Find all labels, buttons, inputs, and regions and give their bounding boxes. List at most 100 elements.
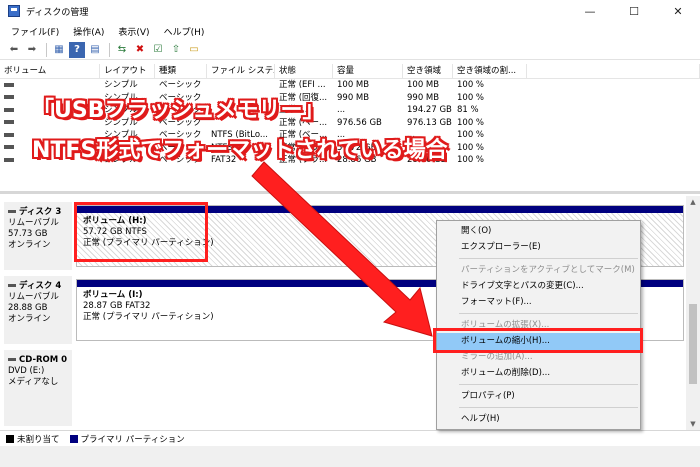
scroll-up-arrow-icon[interactable]: ▲ xyxy=(686,196,700,208)
column-header-layout[interactable]: レイアウト xyxy=(100,64,155,78)
window-title: ディスクの管理 xyxy=(26,7,89,18)
table-cell xyxy=(527,129,700,142)
disk-name: ディスク 4 xyxy=(8,281,68,292)
table-cell: 100 MB xyxy=(407,80,440,90)
table-cell: 100 % xyxy=(457,92,485,103)
close-button[interactable]: ✕ xyxy=(656,0,700,22)
menu-help[interactable]: ヘルプ(H) xyxy=(157,25,212,38)
menu-action[interactable]: 操作(A) xyxy=(66,25,111,38)
column-header-status[interactable]: 状態 xyxy=(275,64,333,78)
legend: 未割り当て プライマリ パーティション xyxy=(0,430,700,446)
menu-separator xyxy=(459,384,638,385)
properties-icon[interactable]: ▤ xyxy=(87,42,103,58)
window-controls: — ☐ ✕ xyxy=(568,0,700,22)
menu-item-mark-active: パーティションをアクティブとしてマーク(M) xyxy=(461,265,635,275)
volume-list: ボリューム レイアウト 種類 ファイル システム 状態 容量 空き領域 空き領域… xyxy=(0,64,700,194)
table-cell xyxy=(527,142,700,155)
disk-label[interactable]: CD-ROM 0 DVD (E:) メディアなし xyxy=(4,350,72,426)
menu-item-help[interactable]: ヘルプ(H) xyxy=(437,411,640,428)
disk-label[interactable]: ディスク 3 リムーバブル 57.73 GB オンライン xyxy=(4,202,72,270)
disk-name: ディスク 3 xyxy=(8,207,68,218)
disk-size: 57.73 GB xyxy=(8,229,48,239)
table-cell: 976.13 GB xyxy=(407,117,452,128)
disk-type: DVD (E:) xyxy=(8,366,45,376)
table-row[interactable]: シンプル ベーシック 正常 (EFI ... 100 MB 100 MB 100 % xyxy=(0,79,700,92)
column-header-type[interactable]: 種類 xyxy=(155,64,207,78)
disk-status: メディアなし xyxy=(8,377,59,387)
menu-item-format[interactable]: フォーマット(F)... xyxy=(437,294,640,311)
menu-view[interactable]: 表示(V) xyxy=(111,25,156,38)
back-arrow-icon[interactable]: ⬅ xyxy=(6,42,22,58)
table-cell: 100 MB xyxy=(337,80,370,90)
table-cell: 100 % xyxy=(457,130,485,140)
connect-icon[interactable]: ⇆ xyxy=(114,42,130,58)
drive-icon xyxy=(4,82,14,87)
delete-icon[interactable]: ✖ xyxy=(132,42,148,58)
legend-label: プライマリ パーティション xyxy=(80,434,185,445)
folder-icon[interactable]: ▭ xyxy=(186,42,202,58)
maximize-button[interactable]: ☐ xyxy=(612,0,656,22)
table-cell xyxy=(527,104,700,117)
table-cell: ベーシック xyxy=(159,80,202,90)
table-cell: 100 % xyxy=(457,142,485,153)
check-icon[interactable]: ☑ xyxy=(150,42,166,58)
table-cell xyxy=(207,79,275,92)
table-cell: 81 % xyxy=(457,105,479,115)
menu-separator xyxy=(459,313,638,314)
table-cell xyxy=(527,154,700,167)
annotation-line-2: NTFS形式でフォーマットされている場合 xyxy=(32,138,448,163)
menu-file[interactable]: ファイル(F) xyxy=(4,25,66,38)
menu-item-properties[interactable]: プロパティ(P) xyxy=(437,388,640,405)
drive-icon xyxy=(4,132,14,137)
disk-label[interactable]: ディスク 4 リムーバブル 28.88 GB オンライン xyxy=(4,276,72,344)
drive-icon xyxy=(4,145,14,149)
disk-management-icon xyxy=(8,5,20,17)
context-menu: 開く(O) エクスプローラー(E) パーティションをアクティブとしてマーク(M)… xyxy=(436,220,641,430)
console-icon[interactable]: ▦ xyxy=(51,42,67,58)
menu-item-change-drive-letter[interactable]: ドライブ文字とパスの変更(C)... xyxy=(437,278,640,295)
forward-arrow-icon[interactable]: ➡ xyxy=(24,42,40,58)
column-header-percent-free[interactable]: 空き領域の割... xyxy=(453,64,527,78)
drive-icon xyxy=(4,95,14,99)
table-cell xyxy=(527,79,700,92)
toolbar-separator xyxy=(109,42,110,57)
minimize-button[interactable]: — xyxy=(568,0,612,22)
scroll-thumb[interactable] xyxy=(689,304,697,384)
disk-name: CD-ROM 0 xyxy=(8,355,68,366)
table-cell: 990 MB xyxy=(407,92,440,103)
table-cell xyxy=(0,79,100,92)
table-cell: 100 % xyxy=(457,155,485,165)
folder-up-icon[interactable]: ⇧ xyxy=(168,42,184,58)
menu-item-explorer[interactable]: エクスプローラー(E) xyxy=(437,239,640,256)
table-cell: 100 % xyxy=(457,80,485,90)
table-cell xyxy=(527,92,700,105)
legend-item-unallocated: 未割り当て xyxy=(6,433,60,445)
table-cell: 100 % xyxy=(457,117,485,128)
column-header-filesystem[interactable]: ファイル システム xyxy=(207,64,275,78)
legend-swatch xyxy=(69,434,78,443)
toolbar: ⬅ ➡ ▦ ? ▤ ⇆ ✖ ☑ ⇧ ▭ xyxy=(0,40,700,60)
column-header-capacity[interactable]: 容量 xyxy=(333,64,403,78)
menu-item-delete-volume[interactable]: ボリュームの削除(D)... xyxy=(437,365,640,382)
volume-list-header: ボリューム レイアウト 種類 ファイル システム 状態 容量 空き領域 空き領域… xyxy=(0,64,700,79)
toolbar-separator xyxy=(46,42,47,57)
table-cell: シンプル xyxy=(104,80,138,90)
vertical-scrollbar[interactable]: ▲ ▼ xyxy=(686,196,700,430)
menu-item-open[interactable]: 開く(O) xyxy=(437,223,640,240)
disk-size: 28.88 GB xyxy=(8,303,48,313)
scroll-down-arrow-icon[interactable]: ▼ xyxy=(686,418,700,430)
drive-icon xyxy=(4,107,14,112)
column-header-blank xyxy=(527,64,700,78)
table-cell: 976.56 GB xyxy=(337,117,382,128)
menu-separator xyxy=(459,407,638,408)
table-cell xyxy=(527,117,700,130)
menu-separator xyxy=(459,258,638,259)
highlight-box-shrink-menu xyxy=(433,328,643,353)
help-icon[interactable]: ? xyxy=(69,41,85,58)
column-header-volume[interactable]: ボリューム xyxy=(0,64,100,78)
table-cell: ... xyxy=(337,105,346,115)
legend-swatch xyxy=(6,434,14,443)
annotation-line-1: 「USBフラッシュメモリー」 xyxy=(32,98,325,123)
legend-label: 未割り当て xyxy=(17,434,60,445)
column-header-free-space[interactable]: 空き領域 xyxy=(403,64,453,78)
